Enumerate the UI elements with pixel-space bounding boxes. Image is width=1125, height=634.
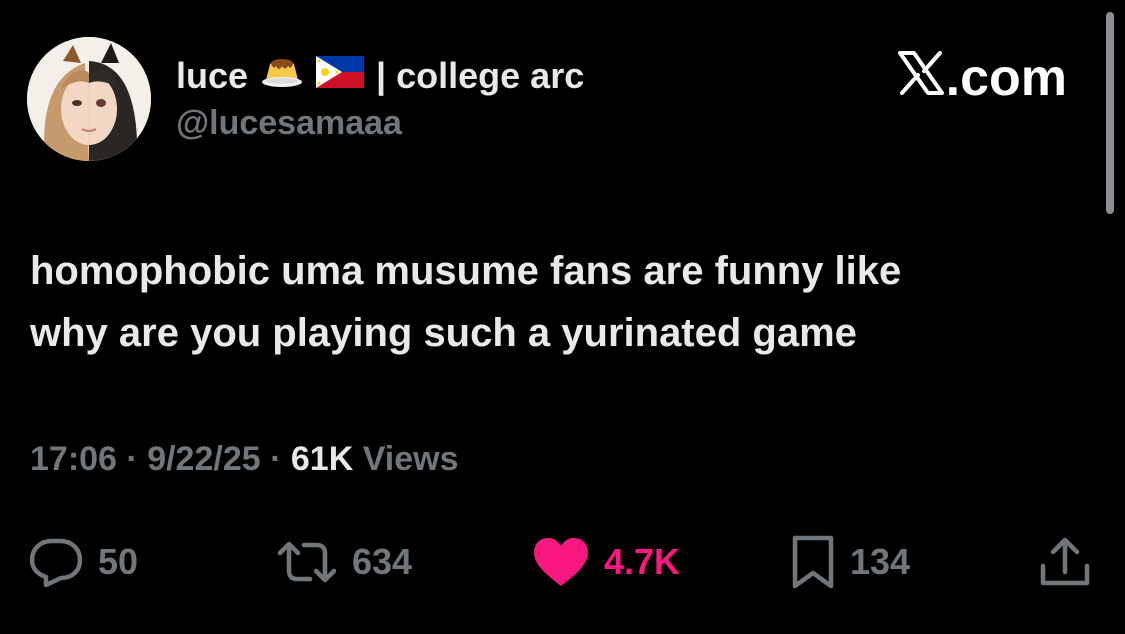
bookmark-count: 134 (850, 541, 911, 582)
author-handle[interactable]: @lucesamaaa (176, 104, 402, 143)
avatar[interactable] (27, 37, 151, 161)
x-logo-icon (897, 48, 944, 108)
reply-count: 50 (98, 541, 139, 582)
bookmark-button[interactable]: 134 (790, 532, 910, 592)
repost-icon (276, 539, 352, 585)
tweet-date[interactable]: 9/22/25 (147, 440, 260, 478)
author-name-suffix: | college arc (376, 55, 585, 96)
heart-icon (532, 536, 604, 588)
tweet-card: luce | college arc @lucesamaaa .com homo… (0, 0, 1125, 634)
tweet-text-line: homophobic uma musume fans are funny lik… (30, 249, 902, 293)
like-button[interactable]: 4.7K (532, 532, 680, 592)
author-display-name[interactable]: luce | college arc (176, 54, 584, 98)
views-label: Views (362, 440, 459, 478)
brand-domain-text: .com (945, 49, 1067, 107)
meta-separator: · (270, 440, 282, 478)
tweet-time[interactable]: 17:06 (30, 440, 117, 478)
author-name-text: luce (176, 55, 249, 96)
repost-count: 634 (352, 541, 413, 582)
share-button[interactable] (1038, 532, 1092, 592)
tweet-meta: 17:06 · 9/22/25 · 61K Views (30, 440, 459, 479)
bookmark-icon (790, 534, 850, 590)
repost-button[interactable]: 634 (276, 532, 412, 592)
like-count: 4.7K (604, 541, 681, 582)
reply-button[interactable]: 50 (28, 532, 138, 592)
tweet-text: homophobic uma musume fans are funny lik… (30, 240, 1095, 364)
views-count: 61K (290, 440, 354, 478)
scrollbar[interactable] (1106, 12, 1114, 214)
reply-icon (28, 537, 98, 587)
avatar-image (27, 37, 151, 161)
brand-watermark: .com (897, 48, 1067, 108)
meta-separator: · (126, 440, 138, 478)
philippines-flag-icon (316, 55, 365, 97)
tweet-text-line: why are you playing such a yurinated gam… (30, 311, 857, 355)
flan-emoji-icon (260, 54, 304, 99)
share-icon (1038, 536, 1092, 588)
